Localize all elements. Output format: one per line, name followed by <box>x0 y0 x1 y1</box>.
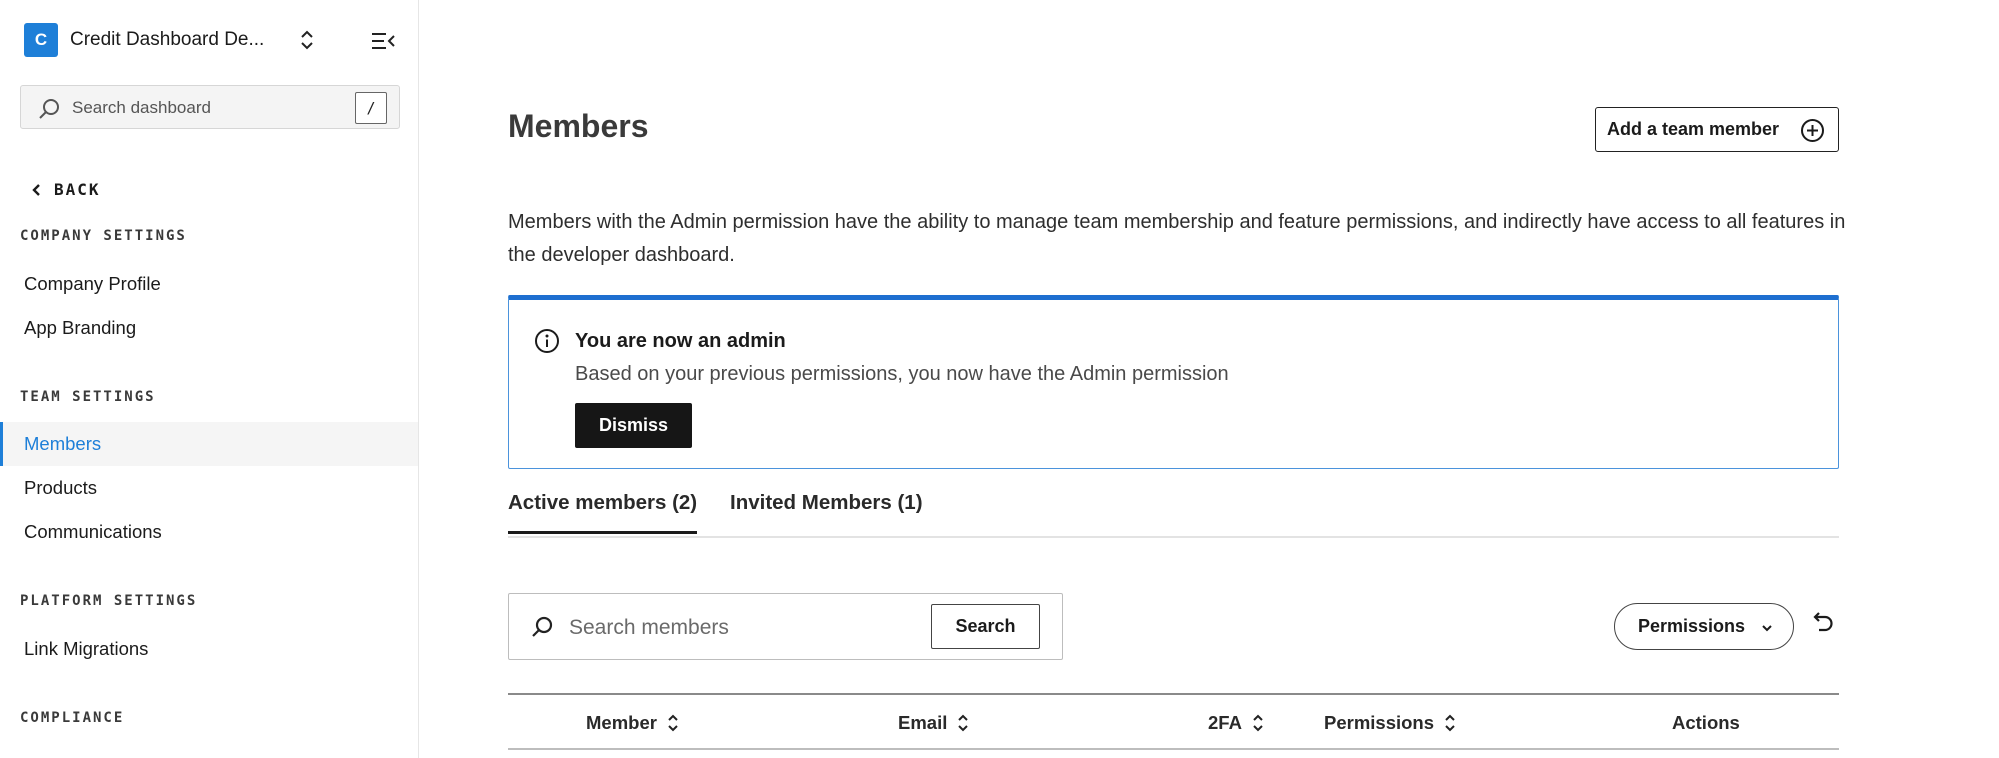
sidebar-item-members[interactable]: Members <box>0 422 418 466</box>
column-2fa-label: 2FA <box>1208 712 1242 733</box>
workspace-switcher[interactable]: C Credit Dashboard De... <box>24 23 396 57</box>
add-team-member-label: Add a team member <box>1607 119 1780 139</box>
alert-body: Based on your previous permissions, you … <box>575 363 1229 385</box>
chevron-left-icon <box>30 183 44 197</box>
section-title-company-settings: COMPANY SETTINGS <box>20 228 187 244</box>
search-shortcut-key: / <box>355 92 387 124</box>
column-actions: Actions <box>1672 712 1740 734</box>
sidebar-search[interactable]: Search dashboard / <box>20 85 400 129</box>
dismiss-button[interactable]: Dismiss <box>575 403 692 448</box>
permissions-filter[interactable]: Permissions <box>1614 603 1794 650</box>
sidebar-item-company-profile[interactable]: Company Profile <box>0 262 418 306</box>
column-member[interactable]: Member <box>586 712 679 734</box>
search-icon <box>37 97 61 121</box>
members-description: Members with the Admin permission have t… <box>508 211 1846 266</box>
undo-icon[interactable] <box>1808 610 1836 638</box>
column-member-label: Member <box>586 712 657 733</box>
alert-title: You are now an admin <box>575 330 786 352</box>
section-title-team-settings: TEAM SETTINGS <box>20 389 156 405</box>
member-search-box: Search members Search <box>508 593 1063 660</box>
tab-active-members[interactable]: Active members (2) <box>508 491 698 534</box>
column-actions-label: Actions <box>1672 712 1740 733</box>
column-email-label: Email <box>898 712 948 733</box>
admin-alert: You are now an admin Based on your previ… <box>508 295 1839 469</box>
workspace-logo: C <box>24 23 58 57</box>
member-tabs: Active members (2) Invited Members (1) <box>508 480 1839 538</box>
sidebar-collapse-icon[interactable] <box>370 28 396 54</box>
column-email[interactable]: Email <box>898 712 969 734</box>
sidebar-item-communications[interactable]: Communications <box>0 510 418 554</box>
sidebar-item-products[interactable]: Products <box>0 466 418 510</box>
sidebar-search-placeholder: Search dashboard <box>72 98 211 117</box>
search-icon <box>530 615 554 639</box>
members-table-header: Member Email 2FA Permissions Actions <box>508 693 1839 750</box>
column-permissions[interactable]: Permissions <box>1324 712 1456 734</box>
info-icon <box>534 328 560 354</box>
add-team-member-button[interactable]: Add a team member <box>1595 107 1839 152</box>
back-link[interactable]: BACK <box>30 180 101 199</box>
sort-icon <box>1434 713 1456 733</box>
page-title: Members <box>508 108 649 144</box>
chevron-up-down-icon[interactable] <box>294 27 320 53</box>
sidebar: C Credit Dashboard De... Search dashboar… <box>0 0 419 758</box>
sidebar-item-app-branding[interactable]: App Branding <box>0 306 418 350</box>
tab-invited-members[interactable]: Invited Members (1) <box>730 491 923 531</box>
column-permissions-label: Permissions <box>1324 712 1435 733</box>
permissions-filter-label: Permissions <box>1638 616 1746 636</box>
section-title-compliance: COMPLIANCE <box>20 710 125 726</box>
column-2fa[interactable]: 2FA <box>1208 712 1264 734</box>
member-search-button[interactable]: Search <box>931 604 1040 649</box>
member-search-input[interactable]: Search members <box>569 616 729 640</box>
sort-icon <box>947 713 969 733</box>
back-label: BACK <box>54 180 101 199</box>
sort-icon <box>657 713 679 733</box>
sidebar-item-link-migrations[interactable]: Link Migrations <box>0 627 418 671</box>
workspace-name: Credit Dashboard De... <box>70 29 265 50</box>
sort-icon <box>1242 713 1264 733</box>
section-title-platform-settings: PLATFORM SETTINGS <box>20 593 198 609</box>
